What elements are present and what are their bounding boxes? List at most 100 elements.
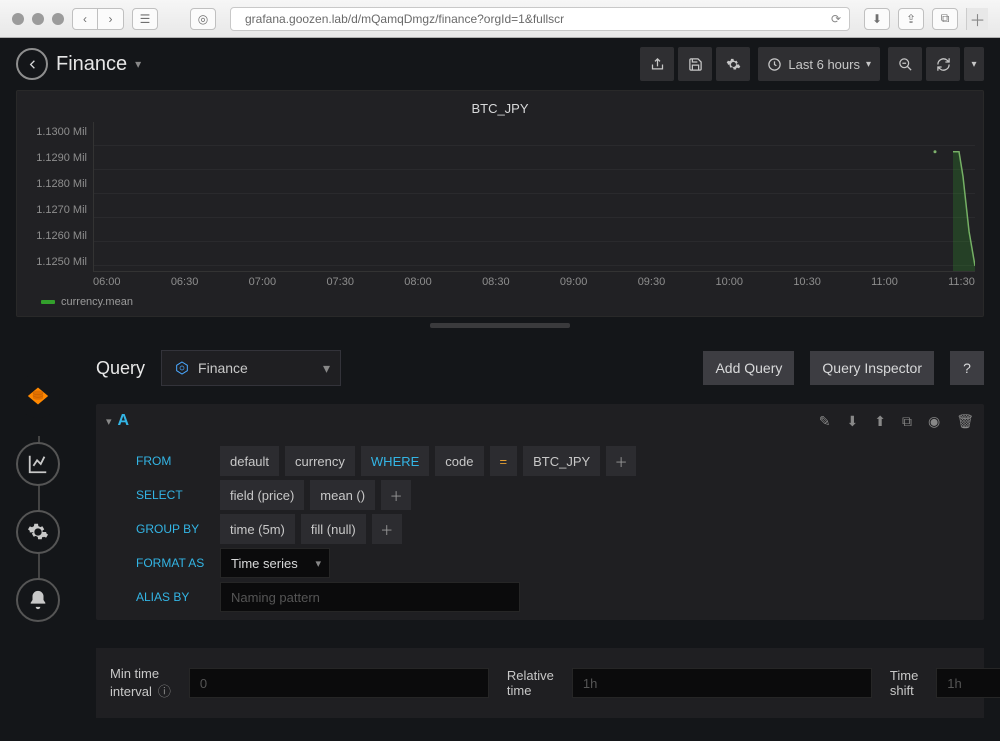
query-body: FROM default currency WHERE code = BTC_J…	[96, 438, 984, 620]
share-panel-button[interactable]	[640, 47, 674, 81]
aliasby-input[interactable]	[220, 582, 520, 612]
aliasby-keyword: ALIAS BY	[130, 590, 214, 604]
reader-icon[interactable]: ◎	[190, 8, 216, 30]
query-editor: Query Finance Add Query Query Inspector …	[96, 350, 984, 718]
retention-policy-token[interactable]: default	[220, 446, 279, 476]
downloads-icon[interactable]: ⬇	[864, 8, 890, 30]
query-row-a: ▾ A ✎ ⬇ ⬆ ⧉ ◉ 🗑 FROM default currency WH…	[96, 404, 984, 620]
chevron-down-icon: ▾	[135, 57, 141, 71]
aliasby-clause: ALIAS BY	[130, 582, 984, 612]
series-line	[925, 122, 975, 271]
nav-back[interactable]: ‹	[72, 8, 98, 30]
where-field-token[interactable]: code	[435, 446, 483, 476]
toggle-visibility-icon[interactable]: ◉	[928, 413, 940, 430]
plot-area[interactable]	[93, 122, 975, 272]
y-axis: 1.1300 Mil 1.1290 Mil 1.1280 Mil 1.1270 …	[25, 122, 93, 272]
min-interval-label: Min time intervalⓘ	[110, 666, 171, 700]
select-keyword: SELECT	[130, 488, 214, 502]
time-shift-label: Time shift	[890, 668, 918, 698]
legend-label: currency.mean	[61, 296, 133, 308]
formatas-select[interactable]: Time series	[220, 548, 330, 578]
info-icon[interactable]: ⓘ	[158, 684, 171, 699]
time-shift-input[interactable]	[936, 668, 1000, 698]
move-up-icon[interactable]: ⬆	[874, 413, 886, 430]
datasource-name: Finance	[198, 360, 248, 376]
nav-forward[interactable]: ›	[98, 8, 124, 30]
from-clause: FROM default currency WHERE code = BTC_J…	[130, 446, 984, 476]
tab-alert[interactable]	[16, 578, 60, 622]
chart-legend[interactable]: currency.mean	[25, 288, 975, 308]
panel-edit-tabs	[16, 410, 60, 634]
reload-icon[interactable]: ⟳	[831, 12, 841, 26]
query-help-button[interactable]: ?	[950, 351, 984, 385]
groupby-fill-token[interactable]: fill (null)	[301, 514, 366, 544]
influxdb-icon	[174, 360, 190, 376]
close-window[interactable]	[12, 13, 24, 25]
chart-icon	[27, 453, 49, 475]
minimize-window[interactable]	[32, 13, 44, 25]
add-query-button[interactable]: Add Query	[703, 351, 794, 385]
move-down-icon[interactable]: ⬇	[847, 413, 859, 430]
groupby-time-token[interactable]: time (5m)	[220, 514, 295, 544]
where-keyword: WHERE	[361, 446, 429, 476]
select-field-token[interactable]: field (price)	[220, 480, 304, 510]
add-groupby-button[interactable]: ＋	[372, 514, 402, 544]
dashboard-title[interactable]: Finance ▾	[56, 53, 141, 76]
where-value-token[interactable]: BTC_JPY	[523, 446, 600, 476]
x-axis: 06:0006:30 07:0007:30 08:0008:30 09:0009…	[25, 276, 975, 288]
add-where-button[interactable]: ＋	[606, 446, 636, 476]
dashboard-title-text: Finance	[56, 53, 127, 76]
query-options: Min time intervalⓘ Relative time Time sh…	[96, 648, 984, 718]
address-bar[interactable]: grafana.goozen.lab/d/mQamqDmgz/finance?o…	[230, 7, 850, 31]
datasource-picker[interactable]: Finance	[161, 350, 341, 386]
query-row-header[interactable]: ▾ A ✎ ⬇ ⬆ ⧉ ◉ 🗑	[96, 404, 984, 438]
browser-chrome: ‹ › ☰ ◎ grafana.goozen.lab/d/mQamqDmgz/f…	[0, 0, 1000, 38]
zoom-window[interactable]	[52, 13, 64, 25]
panel-resize-handle[interactable]	[430, 323, 570, 328]
window-controls	[12, 13, 64, 25]
settings-button[interactable]	[716, 47, 750, 81]
graph-panel: BTC_JPY 1.1300 Mil 1.1290 Mil 1.1280 Mil…	[16, 90, 984, 317]
query-ref-id: A	[118, 412, 130, 430]
new-tab[interactable]: ＋	[966, 8, 988, 30]
where-op-token[interactable]: =	[490, 446, 518, 476]
duplicate-query-icon[interactable]: ⧉	[902, 413, 912, 430]
edit-query-icon[interactable]: ✎	[819, 413, 831, 430]
query-row-actions: ✎ ⬇ ⬆ ⧉ ◉ 🗑	[819, 413, 974, 430]
collapse-icon: ▾	[106, 415, 112, 428]
query-header: Query Finance Add Query Query Inspector …	[96, 350, 984, 386]
legend-swatch	[41, 300, 55, 304]
sidebar-toggle[interactable]: ☰	[132, 8, 158, 30]
groupby-clause: GROUP BY time (5m) fill (null) ＋	[130, 514, 984, 544]
chevron-down-icon: ▾	[866, 59, 871, 70]
gear-icon	[27, 521, 49, 543]
bell-icon	[27, 589, 49, 611]
add-select-button[interactable]: ＋	[381, 480, 411, 510]
from-keyword: FROM	[130, 454, 214, 468]
zoom-out-button[interactable]	[888, 47, 922, 81]
tab-queries[interactable]	[16, 374, 60, 418]
relative-time-input[interactable]	[572, 668, 872, 698]
refresh-interval-button[interactable]: ▾	[964, 47, 984, 81]
share-icon[interactable]: ⇪	[898, 8, 924, 30]
save-button[interactable]	[678, 47, 712, 81]
query-heading: Query	[96, 358, 145, 379]
refresh-button[interactable]	[926, 47, 960, 81]
tab-visualization[interactable]	[16, 442, 60, 486]
grafana-toolbar: Finance ▾ Last 6 hours ▾ ▾	[0, 38, 1000, 90]
formatas-clause: FORMAT AS Time series	[130, 548, 984, 578]
chart-area[interactable]: 1.1300 Mil 1.1290 Mil 1.1280 Mil 1.1270 …	[25, 122, 975, 272]
back-button[interactable]	[16, 48, 48, 80]
panel-title[interactable]: BTC_JPY	[25, 99, 975, 122]
tab-general[interactable]	[16, 510, 60, 554]
delete-query-icon[interactable]: 🗑	[956, 413, 974, 430]
select-clause: SELECT field (price) mean () ＋	[130, 480, 984, 510]
query-inspector-button[interactable]: Query Inspector	[810, 351, 934, 385]
groupby-keyword: GROUP BY	[130, 522, 214, 536]
time-range-picker[interactable]: Last 6 hours ▾	[758, 47, 880, 81]
measurement-token[interactable]: currency	[285, 446, 355, 476]
tabs-icon[interactable]: ⧉	[932, 8, 958, 30]
select-agg-token[interactable]: mean ()	[310, 480, 375, 510]
min-interval-input[interactable]	[189, 668, 489, 698]
database-icon	[27, 385, 49, 407]
